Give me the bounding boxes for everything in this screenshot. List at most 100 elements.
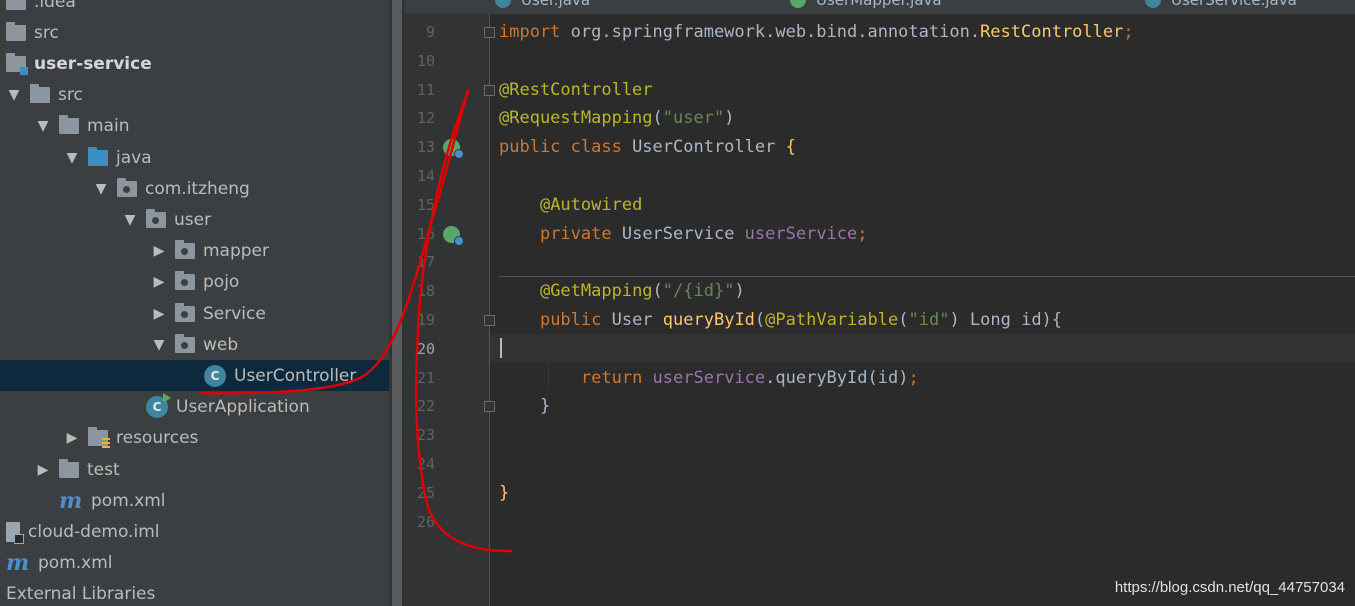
code-token: @Autowired <box>539 194 643 215</box>
expand-arrow-icon[interactable]: ▼ <box>122 212 138 228</box>
tree-item-cloud-demo-iml[interactable]: cloud-demo.iml <box>0 516 389 547</box>
code-line-20[interactable]: 20 <box>405 335 1355 364</box>
tree-item-java[interactable]: ▼ java <box>0 142 389 173</box>
tree-item-label: src <box>58 85 83 106</box>
editor-tab-bar: User.java UserMapper.java UserService.java <box>405 0 1355 14</box>
tree-item--idea[interactable]: .idea <box>0 0 389 17</box>
maven-icon: m <box>6 550 30 577</box>
collapse-arrow-icon[interactable]: ▶ <box>151 306 167 322</box>
spring-boot-app-icon: C <box>146 393 171 419</box>
code-token: ) <box>724 108 735 129</box>
code-token: userService <box>652 367 766 388</box>
code-line-18[interactable]: 18 @GetMapping("/{id}") <box>405 277 1355 306</box>
line-number: 20 <box>416 339 435 358</box>
tab-userservice-java[interactable]: UserService.java <box>1145 0 1297 11</box>
collapse-arrow-icon[interactable]: ▶ <box>151 274 167 290</box>
scrollbar-thumb[interactable] <box>392 0 402 606</box>
tab-label: UserMapper.java <box>816 0 942 9</box>
code-line-15[interactable]: 15 @Autowired <box>405 191 1355 220</box>
tree-item-label: user <box>174 209 212 230</box>
tree-item-src[interactable]: ▼ src <box>0 80 389 111</box>
tree-item-label: src <box>34 22 59 43</box>
code-token: private <box>539 223 622 244</box>
line-number: 14 <box>416 167 435 185</box>
tree-item-resources[interactable]: ▶ resources <box>0 423 389 454</box>
expand-arrow-icon[interactable]: ▼ <box>64 150 80 166</box>
code-token: userService <box>744 223 858 244</box>
code-text: return userService.queryById(id); <box>499 364 919 393</box>
tree-item-userapplication[interactable]: C UserApplication <box>0 392 389 423</box>
maven-icon: m <box>59 487 83 514</box>
code-line-21[interactable]: 21 return userService.queryById(id); <box>405 364 1355 393</box>
line-number: 22 <box>416 397 435 416</box>
tree-item-main[interactable]: ▼ main <box>0 111 389 142</box>
collapse-arrow-icon[interactable]: ▶ <box>64 430 80 446</box>
code-token: { <box>785 137 796 158</box>
project-tree-scrollbar[interactable] <box>389 0 405 606</box>
tree-item-label: user-service <box>34 53 152 74</box>
code-line-16[interactable]: 16 private UserService userService; <box>405 220 1355 249</box>
tree-item-usercontroller[interactable]: C UserController <box>0 360 389 392</box>
tree-item-test[interactable]: ▶ test <box>0 454 389 485</box>
code-line-22[interactable]: 22 } <box>405 392 1355 421</box>
code-line-25[interactable]: 25} <box>405 479 1355 508</box>
tree-item-user-service[interactable]: user-service <box>0 48 389 79</box>
code-line-17[interactable]: 17 <box>405 248 1355 277</box>
folder-icon <box>6 21 26 41</box>
code-editor[interactable]: User.java UserMapper.java UserService.java… <box>405 0 1355 606</box>
code-text: private UserService userService; <box>499 220 868 249</box>
line-number: 25 <box>416 483 435 502</box>
line-number: 16 <box>416 224 435 243</box>
collapse-arrow-icon[interactable]: ▶ <box>151 243 167 259</box>
code-token: ) <box>734 281 745 302</box>
code-line-10[interactable]: 10 <box>405 47 1355 76</box>
code-line-11[interactable]: 11 @RestController <box>405 76 1355 105</box>
tab-usermapper-java[interactable]: UserMapper.java <box>790 0 942 11</box>
tree-item-pojo[interactable]: ▶ pojo <box>0 267 389 298</box>
tree-item-external-libraries[interactable]: External Libraries <box>0 579 389 606</box>
code-line-26[interactable]: 26 <box>405 508 1355 537</box>
code-line-12[interactable]: 12 @RequestMapping("user") <box>405 104 1355 133</box>
fold-toggle-icon[interactable] <box>484 401 495 413</box>
code-line-14[interactable]: 14 <box>405 162 1355 191</box>
code-line-23[interactable]: 23 <box>405 421 1355 450</box>
code-token: .queryById(id) <box>765 367 909 388</box>
expand-arrow-icon[interactable]: ▼ <box>6 87 22 103</box>
tab-user-java[interactable]: User.java <box>495 0 590 11</box>
code-line-19[interactable]: 19 public User queryById(@PathVariable("… <box>405 306 1355 335</box>
code-line-13[interactable]: 13 public class UserController { <box>405 133 1355 162</box>
code-line-9[interactable]: 9 import org.springframework.web.bind.ann… <box>405 18 1355 47</box>
tree-item-service[interactable]: ▶ Service <box>0 298 389 329</box>
code-token: @RestController <box>499 79 653 100</box>
tree-item-label: main <box>87 116 130 137</box>
code-token: org.springframework.web.bind.annotation. <box>570 22 981 42</box>
folder-icon <box>6 0 26 10</box>
code-text: import org.springframework.web.bind.anno… <box>499 18 1134 47</box>
tree-item-mapper[interactable]: ▶ mapper <box>0 236 389 267</box>
tree-item-pom-xml[interactable]: m pom.xml <box>0 485 389 516</box>
expand-arrow-icon[interactable]: ▼ <box>151 337 167 353</box>
autowired-navigate-gutter-icon[interactable] <box>443 226 464 246</box>
tree-item-src[interactable]: src <box>0 17 389 48</box>
code-line-24[interactable]: 24 <box>405 450 1355 479</box>
file-type-icon <box>1145 0 1161 8</box>
fold-toggle-icon[interactable] <box>484 27 495 38</box>
tree-item-com-itzheng[interactable]: ▼ com.itzheng <box>0 173 389 204</box>
code-token: } <box>499 482 510 503</box>
expand-arrow-icon[interactable]: ▼ <box>35 118 51 134</box>
expand-arrow-icon[interactable]: ▼ <box>93 181 109 197</box>
line-number: 23 <box>416 426 435 445</box>
tree-item-pom-xml[interactable]: m pom.xml <box>0 548 389 579</box>
code-token: @PathVariable <box>765 310 899 330</box>
tree-item-web[interactable]: ▼ web <box>0 329 389 360</box>
collapse-arrow-icon[interactable]: ▶ <box>35 462 51 478</box>
spring-bean-gutter-icon[interactable] <box>443 139 464 159</box>
tree-item-user[interactable]: ▼ user <box>0 204 389 235</box>
tree-item-label: java <box>116 147 152 168</box>
tree-item-label: pom.xml <box>38 553 113 574</box>
fold-toggle-icon[interactable] <box>484 315 495 326</box>
fold-toggle-icon[interactable] <box>484 84 495 96</box>
line-number: 10 <box>416 51 435 70</box>
